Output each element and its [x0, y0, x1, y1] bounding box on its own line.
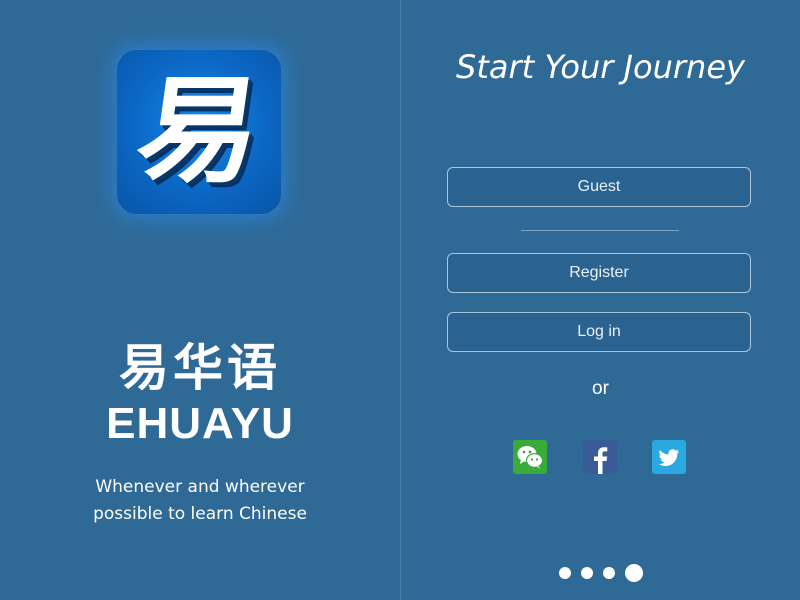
brand-name-chinese: 易华语: [119, 338, 281, 397]
tagline-line-2: possible to learn Chinese: [93, 504, 307, 524]
twitter-icon: [659, 449, 679, 466]
brand-name-english: EHUAYU: [106, 399, 294, 448]
page-indicator: [401, 562, 800, 582]
tagline: Whenever and wherever possible to learn …: [0, 474, 400, 528]
register-button[interactable]: Register: [447, 253, 751, 293]
app-logo-glyph: 易: [128, 64, 270, 199]
wechat-icon: [517, 446, 544, 469]
facebook-login-button[interactable]: [583, 440, 617, 474]
guest-button[interactable]: Guest: [447, 167, 751, 207]
wechat-login-button[interactable]: [513, 440, 547, 474]
start-screen: Start Your Journey Guest Register Log in…: [401, 0, 800, 600]
facebook-icon: [594, 447, 608, 474]
page-title: Start Your Journey: [456, 48, 745, 86]
twitter-login-button[interactable]: [652, 440, 686, 474]
or-divider-text: or: [592, 378, 609, 399]
page-dot-4-active[interactable]: [624, 563, 643, 582]
page-dot-1[interactable]: [558, 566, 571, 579]
splash-screen: 易 易华语 EHUAYU Whenever and wherever possi…: [0, 0, 400, 600]
login-button[interactable]: Log in: [447, 312, 751, 352]
tagline-line-1: Whenever and wherever: [95, 477, 305, 497]
separator-line: [521, 230, 679, 231]
app-logo-icon: 易: [117, 50, 281, 214]
page-dot-3[interactable]: [602, 566, 615, 579]
page-dot-2[interactable]: [580, 566, 593, 579]
